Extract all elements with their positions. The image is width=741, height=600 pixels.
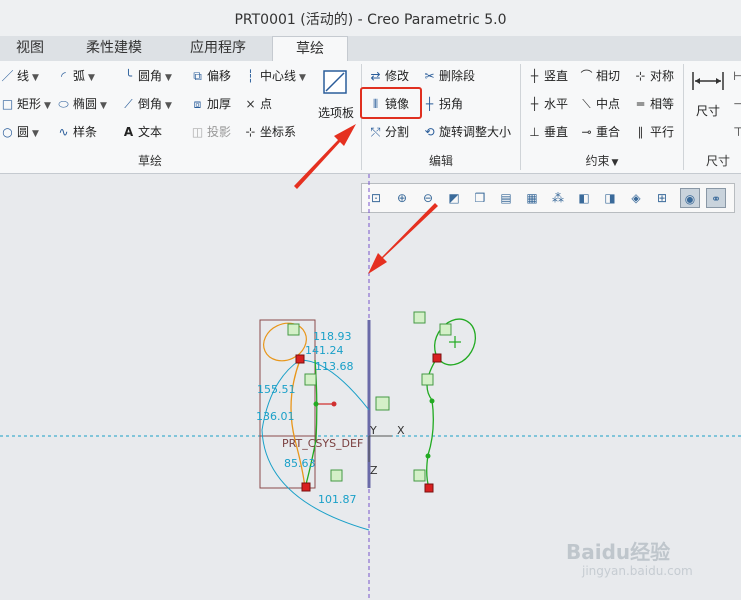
green-point — [313, 401, 319, 407]
dimension-label[interactable]: 113.68 — [315, 360, 354, 373]
dimension-label[interactable]: 136.01 — [256, 410, 295, 423]
axis-z-label: Z — [370, 464, 378, 477]
dimension-label[interactable]: 101.87 — [318, 493, 357, 506]
watermark-brand: Baidu经验 — [566, 540, 671, 564]
axis-y-label: Y — [370, 424, 377, 437]
csys-label: PRT_CSYS_DEF — [282, 437, 364, 450]
dimension-label[interactable]: 118.93 — [313, 330, 352, 343]
axis-x-label: X — [397, 424, 405, 437]
red-handle-point — [331, 401, 337, 407]
watermark-url: jingyan.baidu.com — [582, 564, 693, 578]
dimension-label[interactable]: 155.51 — [257, 383, 296, 396]
annotation-arrow — [294, 124, 356, 189]
endpoint-marker — [432, 353, 442, 363]
endpoint-marker — [295, 354, 305, 364]
dimension-label[interactable]: 141.24 — [305, 344, 344, 357]
annotation-arrow — [368, 203, 438, 274]
sketch-drawing — [0, 124, 741, 600]
endpoint-marker — [301, 482, 311, 492]
dimension-label[interactable]: 85.63 — [284, 457, 316, 470]
endpoint-marker — [424, 483, 434, 493]
